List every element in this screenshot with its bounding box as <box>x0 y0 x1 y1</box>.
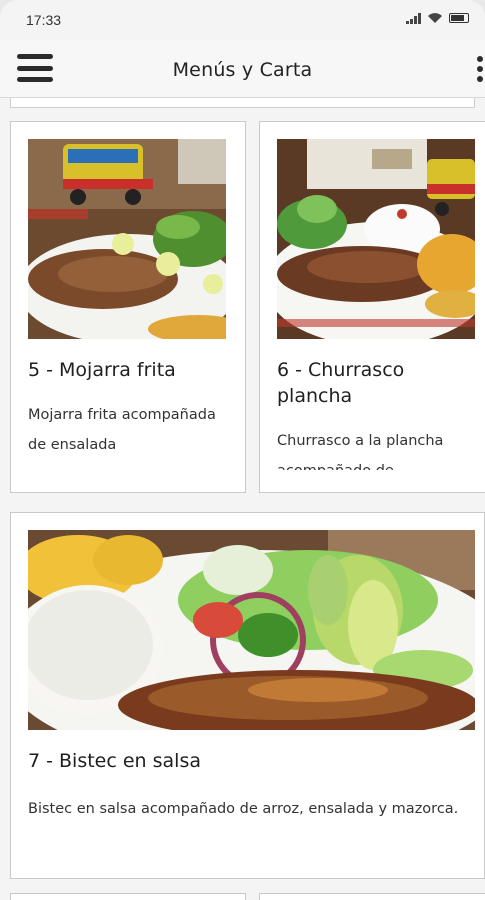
menu-card-next-right[interactable] <box>259 893 485 900</box>
status-time: 17:33 <box>26 12 62 28</box>
app-screen: 17:33 Menús y Carta 5 - Mojarra frita Mo… <box>0 0 485 900</box>
card-description: Mojarra frita acompañada de ensalada <box>28 407 216 453</box>
card-title: 5 - Mojarra frita <box>28 359 176 381</box>
steak-in-sauce-plate-image <box>28 530 475 730</box>
menu-card-6[interactable]: 6 - Churrasco plancha Churrasco a la pla… <box>259 121 485 493</box>
status-icons <box>406 12 469 24</box>
more-vertical-icon[interactable] <box>477 56 485 82</box>
previous-card-edge <box>10 98 475 108</box>
menu-card-7[interactable]: 7 - Bistec en salsa Bistec en salsa acom… <box>10 512 485 879</box>
menu-card-next-left[interactable] <box>10 893 246 900</box>
card-description: Bistec en salsa acompañado de arroz, ens… <box>28 801 459 817</box>
page-title: Menús y Carta <box>172 59 313 81</box>
card-title: 6 - Churrasco plancha <box>277 359 405 407</box>
signal-icon <box>406 12 421 24</box>
grilled-steak-plate-image <box>277 139 475 339</box>
wifi-icon <box>428 13 442 23</box>
fried-fish-plate-image <box>28 139 226 339</box>
card-description: Churrasco a la plancha acompañado de <box>277 433 444 470</box>
app-bar: Menús y Carta <box>0 40 485 98</box>
battery-icon <box>449 13 469 23</box>
card-title: 7 - Bistec en salsa <box>28 750 201 772</box>
status-bar: 17:33 <box>0 0 485 40</box>
menu-card-5[interactable]: 5 - Mojarra frita Mojarra frita acompaña… <box>10 121 246 493</box>
